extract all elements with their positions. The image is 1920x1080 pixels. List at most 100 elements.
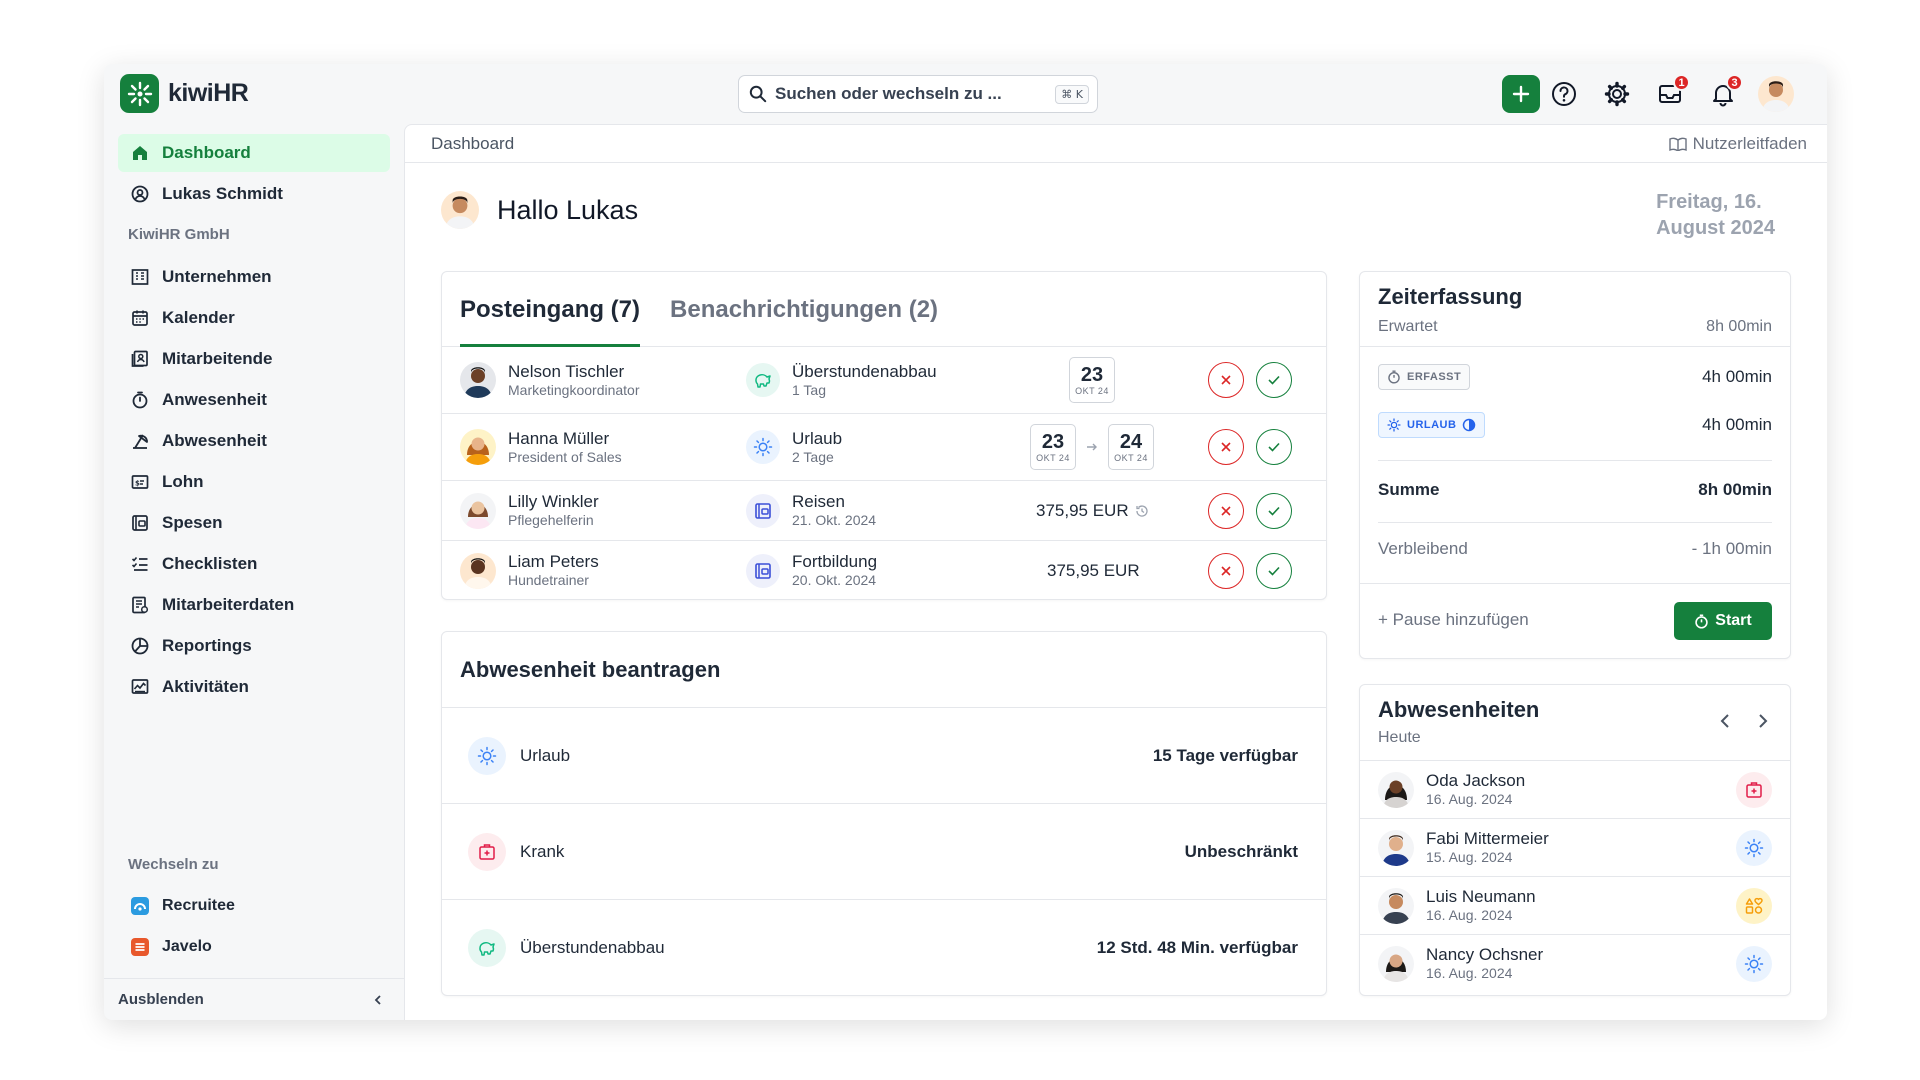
tab-posteingang[interactable]: Posteingang (7) <box>460 272 641 347</box>
close-icon <box>1221 375 1231 385</box>
hide-sidebar-button[interactable]: Ausblenden <box>104 978 404 1020</box>
request-type: Überstundenabbau 1 Tag <box>746 362 937 399</box>
avatar <box>1758 76 1794 112</box>
avatar <box>441 191 479 229</box>
absence-option-ueberstundenabbau[interactable]: Überstundenabbau 12 Std. 48 Min. verfügb… <box>442 899 1326 995</box>
add-pause-link[interactable]: + Pause hinzufügen <box>1378 610 1529 630</box>
recorded-value: 4h 00min <box>1702 367 1772 386</box>
notifications-button[interactable]: 3 <box>1705 74 1743 112</box>
prev-button[interactable] <box>1718 713 1732 734</box>
person-name: Hanna Müller <box>508 428 610 448</box>
card-title: Abwesenheiten <box>1378 697 1540 722</box>
expense-amount: 375,95 EUR <box>1036 501 1149 521</box>
start-button[interactable]: Start <box>1674 602 1772 640</box>
approve-button[interactable] <box>1256 552 1292 589</box>
check-icon <box>1268 442 1280 452</box>
tab-benachrichtigungen[interactable]: Benachrichtigungen (2) <box>670 272 938 346</box>
sidebar-item-checklisten[interactable]: Checklisten <box>118 545 390 583</box>
app-logo[interactable]: kiwiHR <box>120 74 249 113</box>
date-day: 24 <box>1119 431 1143 453</box>
search-input[interactable]: Suchen oder wechseln zu ... ⌘ K <box>738 75 1098 113</box>
sick-icon <box>1736 771 1772 808</box>
approve-button[interactable] <box>1256 492 1292 529</box>
date-range: 23 OKT 24 24 OKT 24 <box>1030 424 1154 470</box>
sidebar-item-recruitee[interactable]: Recruitee <box>118 887 390 925</box>
list-item[interactable]: Luis Neumann 16. Aug. 2024 <box>1360 876 1790 934</box>
app-name: kiwiHR <box>168 79 249 107</box>
absence-date: 15. Aug. 2024 <box>1426 849 1513 865</box>
absence-option-krank[interactable]: Krank Unbeschränkt <box>442 803 1326 899</box>
table-row[interactable]: Hanna Müller President of Sales Urlaub 2 T… <box>442 414 1326 481</box>
person-name: Liam Peters <box>508 552 599 571</box>
sidebar-item-reportings[interactable]: Reportings <box>118 627 390 665</box>
inbox-button[interactable]: 1 <box>1652 74 1690 112</box>
user-guide-label: Nutzerleitfaden <box>1692 133 1807 153</box>
date-day: 23 <box>1041 431 1065 453</box>
avatar <box>1378 829 1414 866</box>
table-row[interactable]: Liam Peters Hundetrainer Fortbildung 20. O… <box>442 541 1326 600</box>
list-item[interactable]: Nancy Ochsner 16. Aug. 2024 <box>1360 934 1790 992</box>
sidebar-item-unternehmen[interactable]: Unternehmen <box>118 258 390 296</box>
user-avatar-button[interactable] <box>1758 76 1794 112</box>
avatar <box>460 552 496 589</box>
absence-option-urlaub[interactable]: Urlaub 15 Tage verfügbar <box>442 707 1326 803</box>
sidebar-item-mitarbeitende[interactable]: Mitarbeitende <box>118 340 390 378</box>
amount-value: 375,95 EUR <box>1047 560 1140 580</box>
request-type-label: Reisen <box>792 492 845 511</box>
reject-button[interactable] <box>1208 429 1244 465</box>
history-icon <box>1135 504 1148 517</box>
next-button[interactable] <box>1756 713 1770 734</box>
request-person: Hanna Müller President of Sales <box>460 429 622 466</box>
check-icon <box>1268 566 1280 576</box>
absence-option-label: Krank <box>520 841 565 861</box>
request-detail: 21. Okt. 2024 <box>792 512 877 528</box>
date-line-2: August 2024 <box>1656 217 1775 239</box>
request-detail: 1 Tag <box>792 381 826 398</box>
absence-request-card: Abwesenheit beantragen Urlaub 15 Tage ve… <box>441 631 1327 996</box>
sum-label: Summe <box>1378 480 1440 499</box>
stopwatch-icon <box>130 390 150 410</box>
date-line-1: Freitag, 16. <box>1656 191 1762 213</box>
sidebar-item-label: Mitarbeitende <box>162 349 273 368</box>
absence-icon <box>130 431 150 451</box>
request-type-label: Überstundenabbau <box>792 361 937 381</box>
sidebar-item-spesen[interactable]: Spesen <box>118 504 390 542</box>
approve-button[interactable] <box>1256 429 1292 465</box>
absence-date: 16. Aug. 2024 <box>1426 907 1513 923</box>
hide-sidebar-label: Ausblenden <box>118 991 204 1008</box>
expected-value: 8h 00min <box>1706 318 1772 335</box>
reject-button[interactable] <box>1208 362 1244 398</box>
sidebar-item-mitarbeiterdaten[interactable]: Mitarbeiterdaten <box>118 586 390 624</box>
sidebar-item-profile[interactable]: Lukas Schmidt <box>118 175 390 213</box>
help-button[interactable] <box>1546 76 1582 112</box>
main-content: Dashboard Nutzerleitfaden Hallo Lukas Fr… <box>404 124 1827 1020</box>
sidebar-item-lohn[interactable]: $ Lohn <box>118 463 390 501</box>
reject-button[interactable] <box>1208 492 1244 529</box>
reject-button[interactable] <box>1208 552 1244 589</box>
list-item[interactable]: Fabi Mittermeier 15. Aug. 2024 <box>1360 818 1790 876</box>
shapes-icon <box>1736 887 1772 924</box>
settings-button[interactable] <box>1599 76 1635 112</box>
sidebar-item-label: Checklisten <box>162 554 258 573</box>
gear-icon <box>1604 81 1630 107</box>
approve-button[interactable] <box>1256 362 1292 398</box>
sum-value: 8h 00min <box>1698 480 1772 499</box>
table-row[interactable]: Nelson Tischler Marketingkoordinator Über… <box>442 347 1326 414</box>
close-icon <box>1221 565 1231 576</box>
avatar <box>1378 945 1414 982</box>
sidebar-item-javelo[interactable]: Javelo <box>118 928 390 966</box>
payroll-icon: $ <box>130 472 150 492</box>
list-item[interactable]: Oda Jackson 16. Aug. 2024 <box>1360 760 1790 818</box>
chevron-left-icon <box>1720 714 1729 728</box>
add-button[interactable] <box>1502 75 1540 113</box>
sidebar-item-kalender[interactable]: Kalender <box>118 299 390 337</box>
sidebar-item-abwesenheit[interactable]: Abwesenheit <box>118 422 390 460</box>
page-title: Hallo Lukas <box>497 194 639 225</box>
sidebar-item-dashboard[interactable]: Dashboard <box>118 134 390 172</box>
vacation-value: 4h 00min <box>1702 415 1772 434</box>
date-month: OKT 24 <box>1036 453 1070 463</box>
table-row[interactable]: Lilly Winkler Pflegehelferin Reisen 21. Ok… <box>442 481 1326 541</box>
sidebar-item-anwesenheit[interactable]: Anwesenheit <box>118 381 390 419</box>
sidebar-item-aktivitaeten[interactable]: Aktivitäten <box>118 668 390 706</box>
user-guide-link[interactable]: Nutzerleitfaden <box>1668 133 1807 154</box>
